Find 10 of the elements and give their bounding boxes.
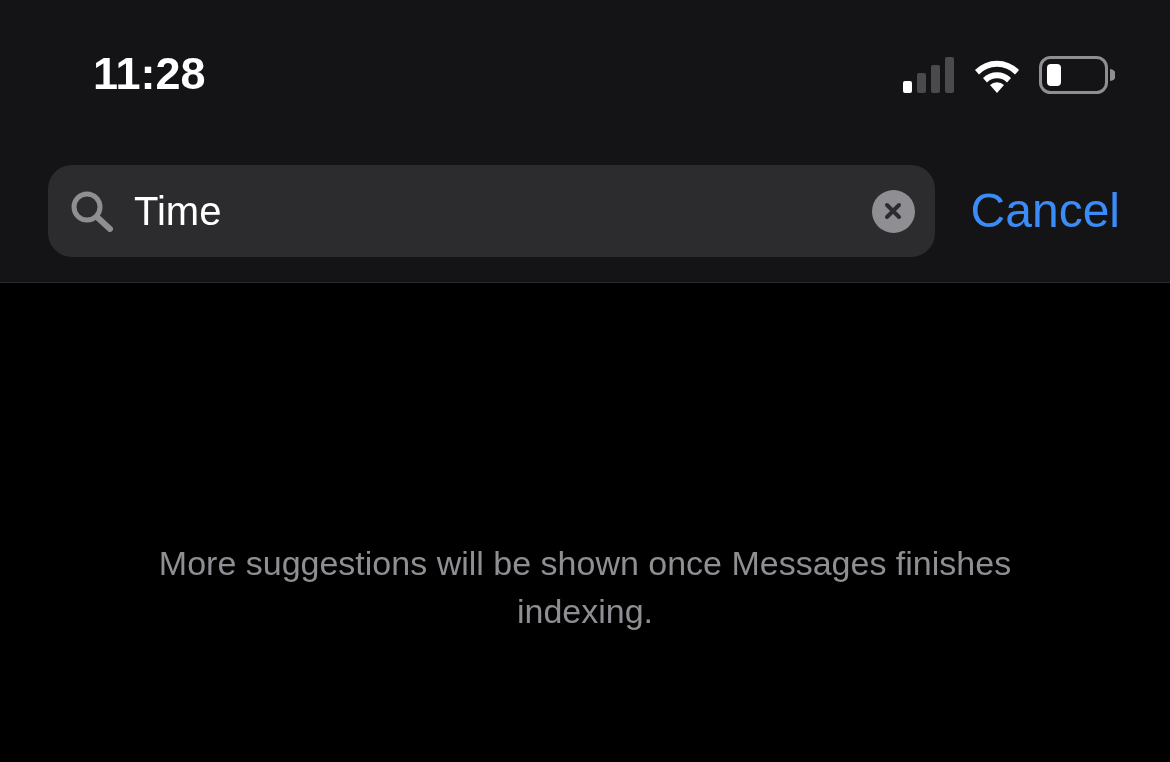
- search-field[interactable]: Time: [48, 165, 935, 257]
- search-icon: [70, 190, 114, 232]
- cancel-button[interactable]: Cancel: [970, 183, 1120, 239]
- clear-button[interactable]: [871, 189, 915, 233]
- battery-icon: [1039, 56, 1115, 94]
- search-text: Time: [134, 188, 223, 235]
- close-icon: [884, 202, 903, 220]
- indexing-message: More suggestions will be shown once Messages finishes indexing.: [157, 543, 1013, 632]
- signal-icon: [903, 57, 955, 93]
- status-time: 11:28: [93, 48, 206, 100]
